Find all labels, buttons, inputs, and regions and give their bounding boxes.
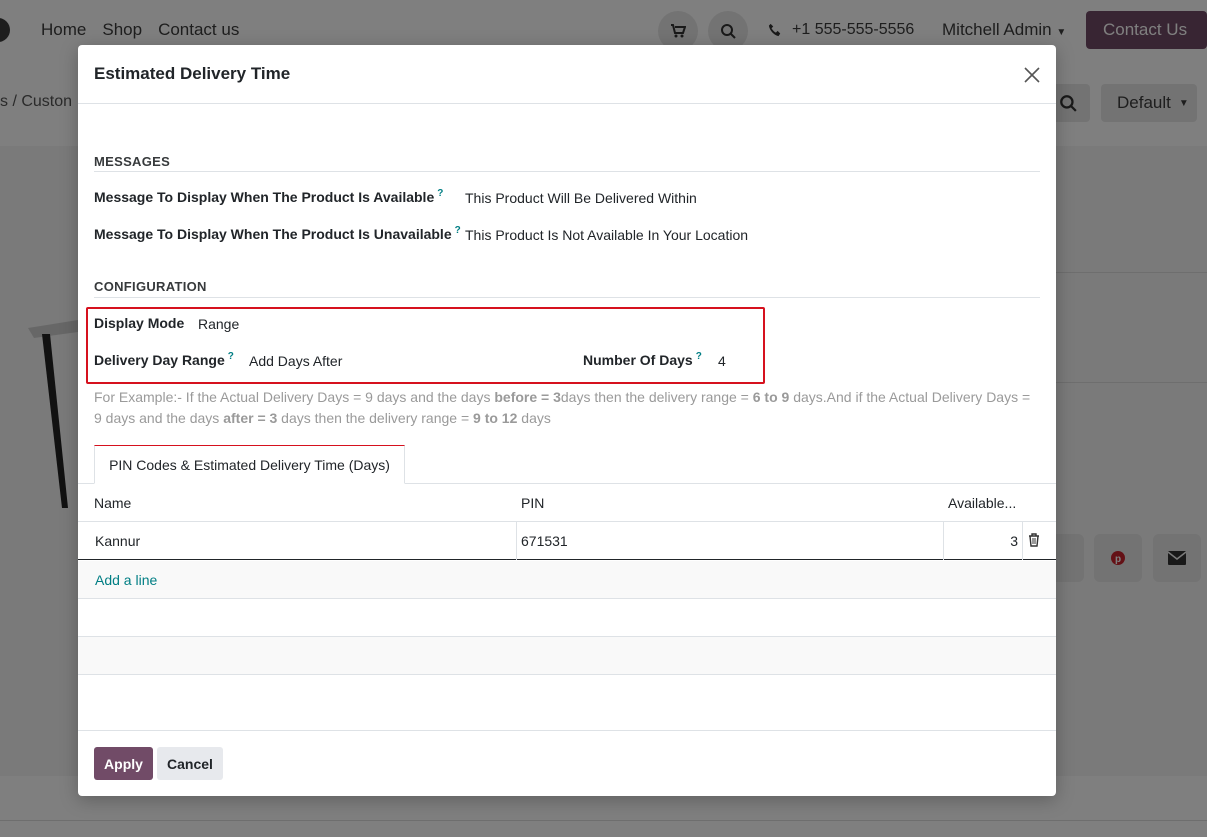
section-divider: [94, 171, 1040, 172]
display-mode-label: Display Mode: [94, 315, 185, 331]
example-text: days then the delivery range =: [560, 389, 753, 405]
modal-footer: Apply Cancel: [78, 730, 1056, 796]
delivery-day-range-label: Delivery Day Range?: [94, 351, 234, 368]
help-icon[interactable]: ?: [437, 188, 443, 199]
available-message-field[interactable]: This Product Will Be Delivered Within: [465, 190, 697, 206]
trash-icon[interactable]: [1028, 533, 1040, 547]
display-mode-field[interactable]: Range: [198, 316, 239, 332]
help-icon[interactable]: ?: [696, 351, 702, 362]
add-a-line-link[interactable]: Add a line: [95, 561, 157, 599]
column-header-pin[interactable]: PIN: [521, 484, 544, 522]
empty-row: [78, 637, 1056, 675]
column-header-name[interactable]: Name: [94, 484, 131, 522]
cell-name[interactable]: Kannur: [95, 522, 140, 560]
apply-button[interactable]: Apply: [94, 747, 153, 780]
available-message-label: Message To Display When The Product Is A…: [94, 188, 443, 205]
cell-pin[interactable]: 671531: [521, 522, 568, 560]
label-text: Delivery Day Range: [94, 352, 225, 368]
label-text: Number Of Days: [583, 352, 693, 368]
close-icon[interactable]: [1022, 65, 1042, 85]
highlight-annotation: [86, 307, 765, 384]
example-bold: 6 to 9: [752, 389, 790, 405]
example-text: days: [517, 410, 551, 426]
table-header: Name PIN Available...: [78, 484, 1056, 522]
example-text: days then the delivery range =: [277, 410, 474, 426]
add-line-row: Add a line: [78, 561, 1056, 599]
messages-section-title: MESSAGES: [94, 154, 171, 169]
column-header-available[interactable]: Available...: [948, 484, 1016, 522]
tab-pin-codes[interactable]: PIN Codes & Estimated Delivery Time (Day…: [94, 445, 405, 484]
cell-divider: [516, 522, 943, 560]
empty-row: [78, 599, 1056, 637]
unavailable-message-field[interactable]: This Product Is Not Available In Your Lo…: [465, 227, 748, 243]
cancel-button[interactable]: Cancel: [157, 747, 223, 780]
estimated-delivery-dialog: Estimated Delivery Time MESSAGES Message…: [78, 45, 1056, 796]
help-icon[interactable]: ?: [455, 225, 461, 236]
unavailable-message-label: Message To Display When The Product Is U…: [94, 225, 461, 242]
example-bold: before = 3: [494, 389, 561, 405]
modal-header: Estimated Delivery Time: [78, 45, 1056, 104]
help-icon[interactable]: ?: [228, 351, 234, 362]
example-help-text: For Example:- If the Actual Delivery Day…: [94, 387, 1039, 429]
label-text: Message To Display When The Product Is U…: [94, 226, 452, 242]
section-divider: [94, 297, 1040, 298]
delivery-day-range-field[interactable]: Add Days After: [249, 353, 342, 369]
label-text: Message To Display When The Product Is A…: [94, 189, 435, 205]
cell-available-input[interactable]: 3: [948, 522, 1018, 560]
number-of-days-label: Number Of Days?: [583, 351, 702, 368]
configuration-section-title: CONFIGURATION: [94, 279, 207, 294]
number-of-days-field[interactable]: 4: [718, 353, 726, 369]
example-bold: 9 to 12: [473, 410, 518, 426]
table-row[interactable]: Kannur 671531 3: [78, 522, 1056, 560]
example-bold: after = 3: [223, 410, 278, 426]
example-text: For Example:- If the Actual Delivery Day…: [94, 389, 495, 405]
modal-title: Estimated Delivery Time: [94, 64, 291, 83]
